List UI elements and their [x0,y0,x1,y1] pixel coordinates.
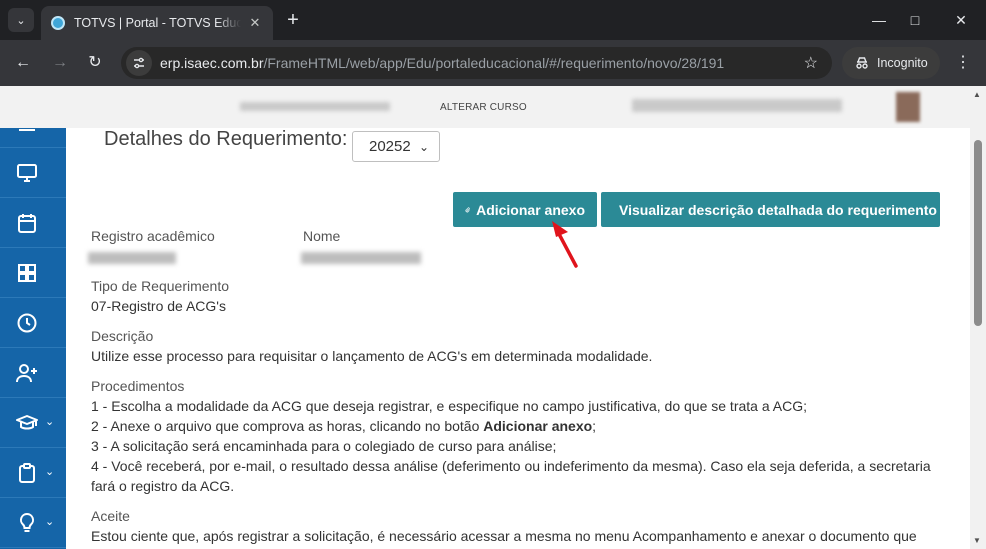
alterar-curso-link[interactable]: ALTERAR CURSO [440,102,527,113]
url-host: erp.isaec.com.br [160,55,264,71]
menu-icon [19,129,35,131]
sidebar-item-user-plus[interactable] [0,348,66,398]
period-select[interactable]: 20252 ⌄ [352,131,440,162]
procedure-step-4: 4 - Você receberá, por e-mail, o resulta… [91,458,931,474]
portal-header: ALTERAR CURSO [0,86,970,128]
sidebar-item-lightbulb[interactable]: ⌄ [0,498,66,548]
procedure-step-4-cont: fará o registro da ACG. [91,478,235,494]
url-text: erp.isaec.com.br/FrameHTML/web/app/Edu/p… [160,55,724,71]
chevron-down-icon: ⌄ [45,516,55,528]
back-button[interactable]: ← [12,52,34,74]
address-bar[interactable]: erp.isaec.com.br/FrameHTML/web/app/Edu/p… [121,47,832,79]
sidebar-item-clipboard[interactable]: ⌄ [0,448,66,498]
clipboard-icon [19,463,35,483]
incognito-icon [856,57,868,69]
sidebar-item-grid[interactable] [0,248,66,298]
calendar-icon [18,214,36,233]
url-path: /FrameHTML/web/app/Edu/portaleducacional… [263,55,725,71]
view-description-button[interactable]: Visualizar descrição detalhada do requer… [601,192,940,227]
clock-icon [17,313,37,333]
scroll-up-icon[interactable]: ▲ [973,90,981,99]
tab-search-button[interactable]: ⌄ [8,8,34,32]
lightbulb-icon [19,512,35,532]
view-description-label: Visualizar descrição detalhada do requer… [619,201,937,218]
tipo-value: 07-Registro de ACG's [91,298,226,314]
chevron-down-icon: ⌄ [418,139,429,154]
page-scrollbar[interactable]: ▲ ▼ [970,86,986,549]
aceite-value: Estou ciente que, após registrar a solic… [91,528,917,544]
aceite-label: Aceite [91,508,130,524]
browser-tab-strip: ⌄ TOTVS | Portal - TOTVS Educacional ✕ +… [0,0,986,40]
browser-tab[interactable]: TOTVS | Portal - TOTVS Educacional ✕ [41,6,273,40]
scrollbar-thumb[interactable] [974,140,982,326]
nome-label: Nome [303,228,341,244]
descricao-value: Utilize esse processo para requisitar o … [91,348,653,364]
descricao-label: Descrição [91,328,154,344]
annotation-arrow-icon [552,221,578,268]
monitor-icon [17,164,37,182]
procedure-step-2-bold: Adicionar anexo [483,418,593,434]
forward-button[interactable]: → [49,52,71,74]
browser-menu-icon[interactable]: ⋮ [953,52,973,72]
period-select-value: 20252 [369,138,411,155]
bookmark-star-icon[interactable]: ☆ [804,53,818,73]
blurred-registro-value [88,252,176,264]
sidebar-item-menu[interactable] [0,98,66,148]
paperclip-icon [465,206,470,212]
tab-close-icon[interactable]: ✕ [247,15,263,31]
blurred-user-name [632,99,842,112]
blurred-nome-value [301,252,421,264]
grid-icon [18,264,36,282]
sidebar-item-clock[interactable] [0,298,66,348]
page-title: Detalhes do Requerimento: [104,128,348,150]
browser-toolbar: ← → ↻ erp.isaec.com.br/FrameHTML/web/app… [0,40,986,86]
procedimentos-label: Procedimentos [91,378,185,394]
blurred-course-name [240,102,390,111]
incognito-indicator[interactable]: Incognito [842,47,940,79]
scroll-down-icon[interactable]: ▼ [973,536,981,545]
sidebar-item-calendar[interactable] [0,198,66,248]
avatar[interactable] [896,92,920,122]
sidebar-item-monitor[interactable] [0,148,66,198]
procedure-step-3: 3 - A solicitação será encaminhada para … [91,438,557,454]
tab-title: TOTVS | Portal - TOTVS Educacional [74,16,241,30]
procedure-step-2-text: 2 - Anexe o arquivo que comprova as hora… [91,418,484,434]
chevron-down-icon: ⌄ [16,14,26,27]
window-close-button[interactable]: ✕ [949,8,973,32]
sidebar-item-graduation[interactable]: ⌄ [0,398,66,448]
graduation-cap-icon [16,415,38,430]
procedure-step-2: 2 - Anexe o arquivo que comprova as hora… [91,416,596,436]
main-content: Detalhes do Requerimento: 20252 ⌄ Adicio… [66,128,970,549]
incognito-label: Incognito [877,56,928,70]
minimize-button[interactable]: — [867,8,891,32]
registro-label: Registro acadêmico [91,228,215,244]
chevron-down-icon: ⌄ [45,466,55,478]
procedure-step-1: 1 - Escolha a modalidade da ACG que dese… [91,398,807,414]
site-info-icon[interactable] [126,50,152,76]
user-plus-icon [16,364,37,383]
tipo-label: Tipo de Requerimento [91,278,230,294]
sidebar: ⌄ ⌄ ⌄ [0,128,66,549]
reload-button[interactable]: ↻ [84,52,106,74]
procedure-step-2-end: ; [592,418,597,434]
web-page: ALTERAR CURSO ⌄ ⌄ ⌄ Detalhes do Requerim… [0,86,970,549]
favicon-icon [51,16,65,30]
chevron-down-icon: ⌄ [45,416,55,428]
new-tab-button[interactable]: + [282,9,304,31]
maximize-button[interactable]: □ [903,8,927,32]
